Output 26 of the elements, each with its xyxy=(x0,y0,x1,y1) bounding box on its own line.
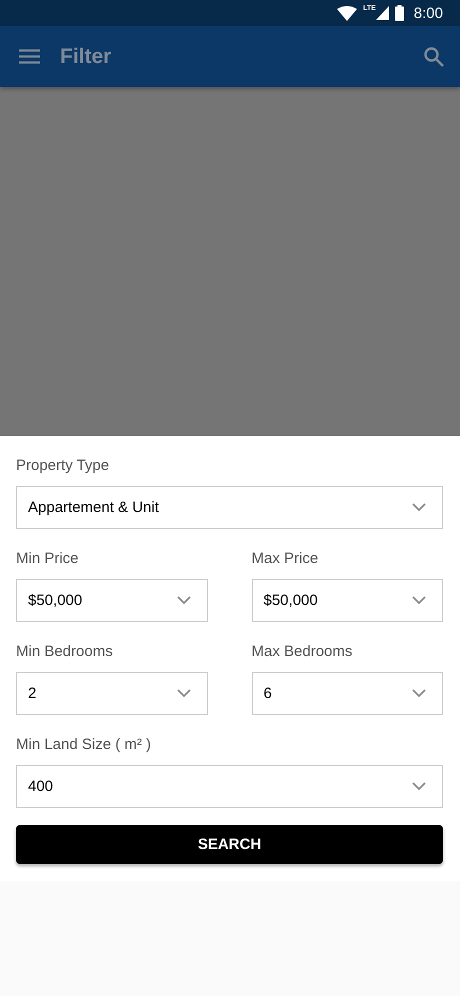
battery-icon xyxy=(394,5,404,21)
chevron-down-icon xyxy=(412,596,426,605)
dropdown-field[interactable]: 6 xyxy=(252,672,443,715)
field-label: Max Price xyxy=(252,549,318,569)
signal-icon xyxy=(376,6,389,20)
dropdown-field[interactable]: $50,000 xyxy=(16,579,208,622)
chevron-down-icon xyxy=(412,689,426,698)
chevron-down-icon xyxy=(176,596,190,605)
field-label: Property Type xyxy=(16,456,110,476)
menu-icon[interactable] xyxy=(19,49,40,64)
chevron-down-icon xyxy=(176,689,190,698)
field-label: Min Price xyxy=(16,549,79,569)
search-icon[interactable] xyxy=(424,46,444,66)
chevron-down-icon xyxy=(412,782,426,791)
clock-time: 8:00 xyxy=(414,4,443,22)
chevron-down-icon xyxy=(412,503,426,512)
page-title: Filter xyxy=(60,44,112,68)
field-label: Max Bedrooms xyxy=(252,642,352,662)
field-label: Min Bedrooms xyxy=(16,642,113,662)
dropdown-field[interactable]: Appartement & Unit xyxy=(16,486,443,529)
dropdown-field[interactable]: 400 xyxy=(16,765,443,808)
wifi-icon xyxy=(337,6,358,20)
dropdown-field[interactable]: $50,000 xyxy=(252,579,443,622)
search-button[interactable]: SEARCH xyxy=(16,825,443,864)
dropdown-field[interactable]: 2 xyxy=(16,672,208,715)
field-label: Min Land Size ( m² ) xyxy=(16,735,152,755)
